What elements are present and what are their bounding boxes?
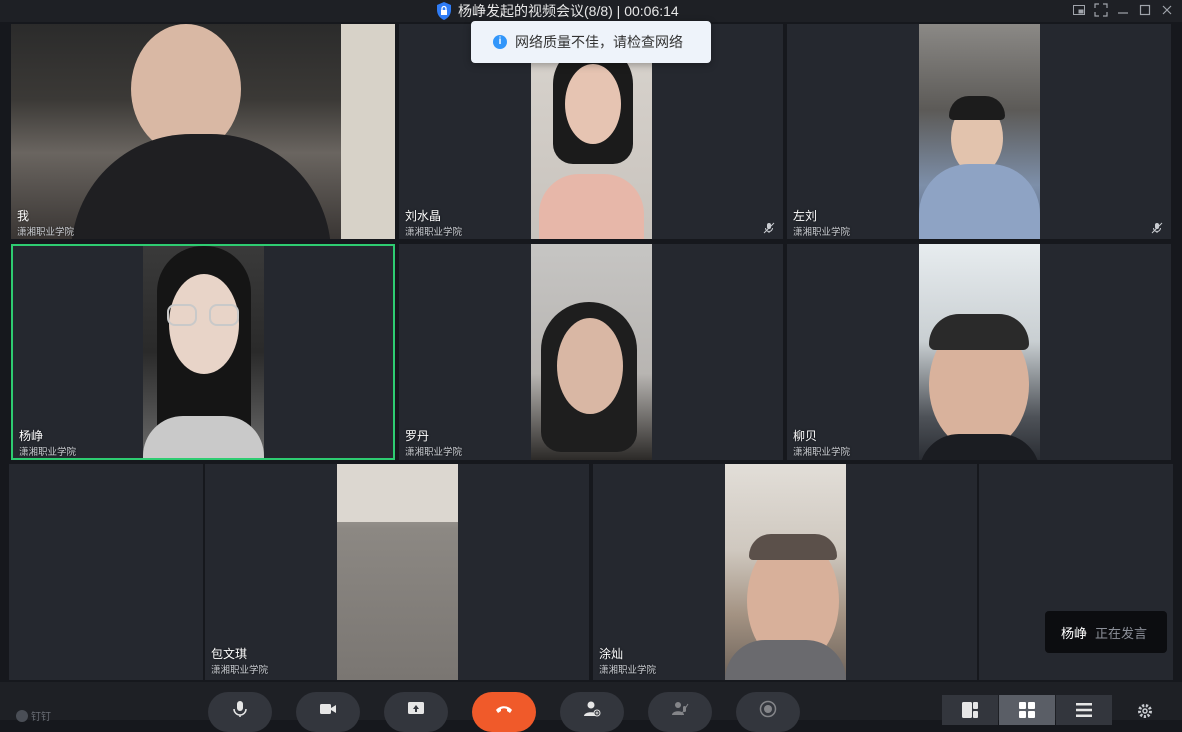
microphone-button[interactable] bbox=[208, 692, 272, 732]
hang-up-icon bbox=[496, 706, 512, 713]
list-layout-button[interactable] bbox=[1056, 695, 1112, 725]
participant-video bbox=[143, 246, 264, 458]
participant-tile[interactable]: 柳贝 潇湘职业学院 bbox=[787, 244, 1171, 460]
close-icon[interactable] bbox=[1160, 3, 1174, 17]
participant-video bbox=[919, 244, 1040, 460]
participant-org: 潇湘职业学院 bbox=[19, 447, 77, 458]
network-warning-text: 网络质量不佳，请检查网络 bbox=[515, 34, 683, 50]
pip-icon[interactable] bbox=[1072, 3, 1086, 17]
participant-org: 潇湘职业学院 bbox=[793, 227, 851, 238]
microphone-icon bbox=[233, 701, 247, 717]
meeting-title: 杨峥发起的视频会议(8/8) | 00:06:14 bbox=[458, 3, 679, 19]
participant-name: 杨峥 bbox=[19, 429, 44, 443]
brand: 钉钉 bbox=[16, 708, 51, 723]
participant-tile[interactable]: 杨峥 潇湘职业学院 bbox=[11, 244, 395, 460]
participant-video bbox=[337, 464, 458, 680]
mic-muted-icon bbox=[763, 222, 775, 234]
grid-layout-icon bbox=[1019, 702, 1035, 718]
brand-name: 钉钉 bbox=[31, 712, 51, 723]
participant-video bbox=[11, 24, 395, 239]
speaker-name: 杨峥 bbox=[1061, 625, 1088, 641]
participant-name: 罗丹 bbox=[405, 429, 430, 443]
participant-org: 潇湘职业学院 bbox=[211, 665, 269, 676]
participant-video bbox=[725, 464, 846, 680]
record-icon bbox=[759, 700, 777, 718]
record-button[interactable] bbox=[736, 692, 800, 732]
gear-icon[interactable] bbox=[1136, 702, 1154, 720]
participant-org: 潇湘职业学院 bbox=[405, 227, 463, 238]
mute-all-icon bbox=[672, 702, 689, 716]
camera-icon bbox=[320, 704, 336, 714]
screen-share-button[interactable] bbox=[384, 692, 448, 732]
maximize-icon[interactable] bbox=[1138, 3, 1152, 17]
participant-tile[interactable]: 左刘 潇湘职业学院 bbox=[787, 24, 1171, 239]
participant-name: 柳贝 bbox=[793, 429, 818, 443]
minimize-icon[interactable] bbox=[1116, 3, 1130, 17]
screen-share-icon bbox=[408, 702, 424, 714]
participant-tile[interactable]: 包文琪 潇湘职业学院 bbox=[205, 464, 589, 680]
network-warning-toast: i 网络质量不佳，请检查网络 bbox=[471, 21, 711, 63]
grid-layout-button[interactable] bbox=[999, 695, 1055, 725]
title-bar: 杨峥发起的视频会议(8/8) | 00:06:14 bbox=[0, 0, 1182, 22]
participant-tile[interactable]: 涂灿 潇湘职业学院 bbox=[593, 464, 977, 680]
fullscreen-icon[interactable] bbox=[1094, 3, 1108, 17]
meeting-title-group: 杨峥发起的视频会议(8/8) | 00:06:14 bbox=[436, 1, 679, 21]
speaking-indicator: 杨峥 正在发言 bbox=[1045, 611, 1167, 653]
participant-video bbox=[919, 24, 1040, 239]
speaker-layout-button[interactable] bbox=[942, 695, 998, 725]
participant-tile[interactable]: 我 潇湘职业学院 bbox=[11, 24, 395, 239]
participant-name: 我 bbox=[17, 209, 30, 223]
hang-up-button[interactable] bbox=[472, 692, 536, 732]
participant-name: 刘水晶 bbox=[405, 209, 442, 223]
speaker-layout-icon bbox=[962, 702, 978, 718]
participant-tile[interactable]: 罗丹 潇湘职业学院 bbox=[399, 244, 783, 460]
participant-name: 左刘 bbox=[793, 209, 818, 223]
mic-muted-icon bbox=[1151, 222, 1163, 234]
participant-name: 包文琪 bbox=[211, 647, 248, 661]
participant-org: 潇湘职业学院 bbox=[793, 447, 851, 458]
participant-org: 潇湘职业学院 bbox=[599, 665, 657, 676]
info-icon: i bbox=[493, 35, 507, 49]
participant-org: 潇湘职业学院 bbox=[405, 447, 463, 458]
empty-tile bbox=[9, 464, 203, 680]
speaker-status: 正在发言 bbox=[1095, 625, 1148, 641]
participant-name: 涂灿 bbox=[599, 647, 624, 661]
add-member-icon bbox=[584, 701, 601, 717]
camera-button[interactable] bbox=[296, 692, 360, 732]
list-layout-icon bbox=[1076, 703, 1092, 717]
participant-org: 潇湘职业学院 bbox=[17, 227, 75, 238]
window-controls bbox=[1072, 3, 1174, 17]
add-member-button[interactable] bbox=[560, 692, 624, 732]
participant-video bbox=[531, 244, 652, 460]
mute-all-button[interactable] bbox=[648, 692, 712, 732]
shield-lock-icon bbox=[437, 2, 451, 20]
control-bar: 钉钉 bbox=[0, 682, 1182, 732]
video-grid: 我 潇湘职业学院 刘水晶 潇湘职业学院 左刘 潇湘职业学院 杨峥 潇湘职业学院 … bbox=[0, 22, 1182, 682]
